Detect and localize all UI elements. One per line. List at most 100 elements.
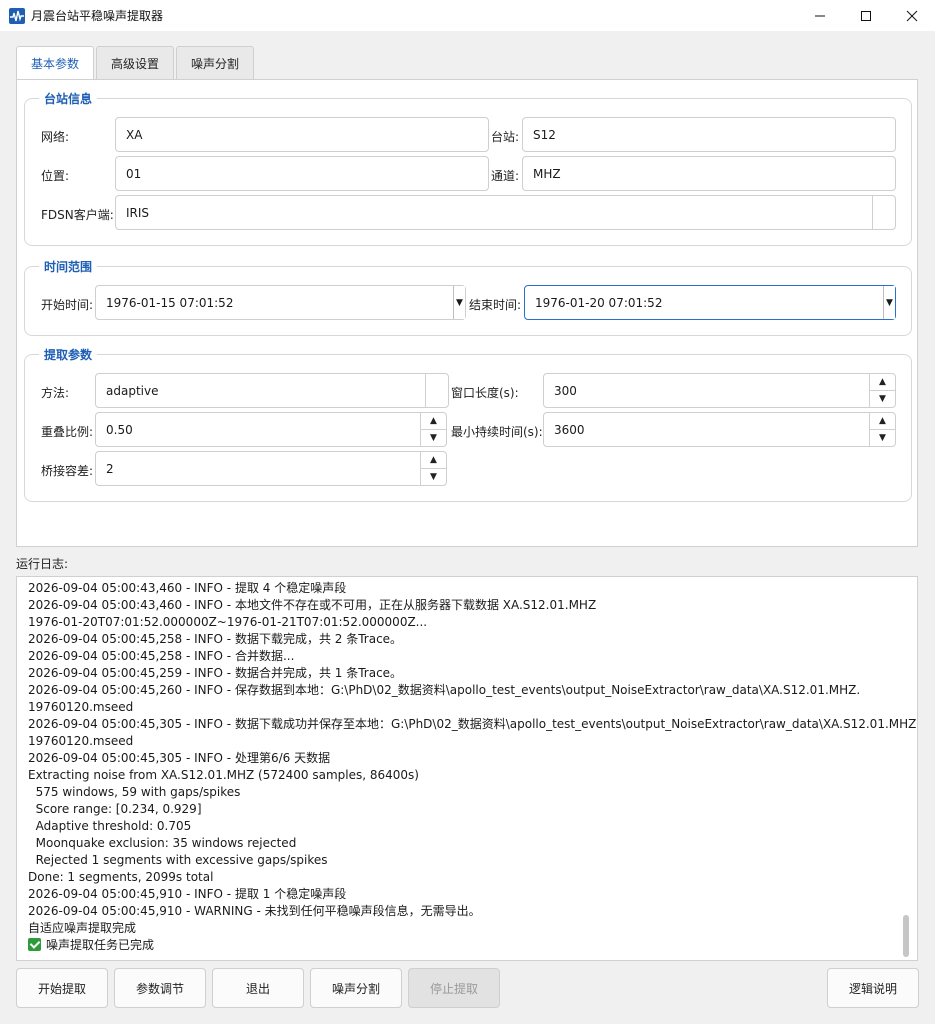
channel-input[interactable]: MHZ [522, 156, 896, 191]
log-line: Adaptive threshold: 0.705 [28, 819, 192, 833]
bridge-tolerance-increment[interactable]: ▲ [421, 452, 446, 468]
log-line: 2026-09-04 05:00:45,259 - INFO - 数据合并完成，… [28, 666, 403, 680]
channel-value: MHZ [533, 166, 561, 181]
maximize-icon [861, 10, 871, 21]
location-label: 位置: [41, 169, 70, 183]
overlap-spinbox[interactable]: 0.50 ▲ ▼ [95, 412, 447, 447]
fdsn-client-value: IRIS [126, 205, 150, 220]
time-range-group: 时间范围 开始时间: 1976-01-15 07:01:52 ▼ 结束时间: 1… [24, 258, 912, 336]
window-length-value: 300 [554, 383, 577, 398]
log-label: 运行日志: [16, 557, 69, 571]
min-duration-value: 3600 [554, 422, 585, 437]
min-duration-increment[interactable]: ▲ [870, 413, 895, 429]
method-label: 方法: [41, 386, 70, 400]
check-mark-icon [28, 938, 41, 951]
extract-params-title: 提取参数 [39, 346, 98, 363]
extract-params-group: 提取参数 方法: adaptive 窗口长度(s): 300 ▲ ▼ 重叠比例:… [24, 346, 912, 502]
log-line: Score range: [0.234, 0.929] [28, 802, 202, 816]
overlap-increment[interactable]: ▲ [421, 413, 446, 429]
start-time-dropdown-toggle[interactable]: ▼ [453, 286, 465, 319]
caret-down-icon: ▼ [430, 433, 437, 443]
station-input[interactable]: S12 [522, 117, 896, 152]
title-bar: 月震台站平稳噪声提取器 [0, 0, 935, 31]
log-scrollbar-thumb[interactable] [903, 915, 909, 957]
network-value: XA [126, 127, 143, 142]
start-time-label: 开始时间: [41, 298, 94, 312]
min-duration-decrement[interactable]: ▼ [870, 429, 895, 446]
station-value: S12 [533, 127, 556, 142]
bridge-tolerance-decrement[interactable]: ▼ [421, 468, 446, 485]
end-time-dropdown-toggle[interactable]: ▼ [883, 286, 895, 319]
station-info-group: 台站信息 网络: XA 台站: S12 位置: 01 通道: MHZ FDSN客… [24, 90, 912, 246]
window-length-spinbox[interactable]: 300 ▲ ▼ [543, 373, 896, 408]
log-line: 575 windows, 59 with gaps/spikes [28, 785, 241, 799]
log-line: Done: 1 segments, 2099s total [28, 870, 214, 884]
log-output[interactable]: 2026-09-04 05:00:43,460 - INFO - 提取 4 个稳… [16, 576, 918, 961]
start-extract-button[interactable]: 开始提取 [16, 968, 108, 1008]
caret-up-icon: ▲ [430, 455, 437, 465]
log-line: 2026-09-04 05:00:45,258 - INFO - 合并数据... [28, 649, 295, 663]
log-line: 1976-01-20T07:01:52.000000Z~1976-01-21T0… [28, 615, 428, 629]
caret-up-icon: ▲ [430, 416, 437, 426]
log-line: 2026-09-04 05:00:45,258 - INFO - 数据下载完成，… [28, 632, 403, 646]
log-line: Rejected 1 segments with excessive gaps/… [28, 853, 328, 867]
window-length-increment[interactable]: ▲ [870, 374, 895, 390]
log-line: 2026-09-04 05:00:45,910 - WARNING - 未找到任… [28, 904, 481, 918]
location-value: 01 [126, 166, 142, 181]
method-select[interactable]: adaptive [95, 373, 449, 408]
stop-extract-button[interactable]: 停止提取 [408, 968, 500, 1008]
location-input[interactable]: 01 [115, 156, 489, 191]
network-input[interactable]: XA [115, 117, 489, 152]
station-label: 台站: [491, 130, 520, 144]
overlap-decrement[interactable]: ▼ [421, 429, 446, 446]
start-time-select[interactable]: 1976-01-15 07:01:52 ▼ [95, 285, 466, 320]
fdsn-client-select[interactable]: IRIS [115, 195, 896, 230]
tab-noise-segmentation[interactable]: 噪声分割 [176, 46, 255, 79]
log-line: 自适应噪声提取完成 [28, 921, 137, 935]
tab-basic-params[interactable]: 基本参数 [16, 46, 95, 80]
waveform-app-icon [9, 7, 25, 24]
caret-down-icon: ▼ [456, 297, 463, 308]
noise-segment-button[interactable]: 噪声分割 [310, 968, 402, 1008]
fdsn-client-label: FDSN客户端: [41, 208, 114, 222]
caret-down-icon: ▼ [879, 433, 886, 443]
caret-down-icon: ▼ [879, 394, 886, 404]
log-complete-text: 噪声提取任务已完成 [46, 938, 155, 952]
close-button[interactable] [889, 0, 935, 31]
tab-advanced-settings[interactable]: 高级设置 [96, 46, 175, 79]
caret-up-icon: ▲ [879, 377, 886, 387]
logic-help-button[interactable]: 逻辑说明 [827, 968, 919, 1008]
exit-button[interactable]: 退出 [212, 968, 304, 1008]
channel-label: 通道: [491, 169, 520, 183]
maximize-button[interactable] [843, 0, 889, 31]
window-length-label: 窗口长度(s): [451, 386, 519, 400]
minimize-button[interactable] [797, 0, 843, 31]
close-icon [906, 10, 918, 21]
start-time-value: 1976-01-15 07:01:52 [106, 295, 234, 310]
min-duration-spinbox[interactable]: 3600 ▲ ▼ [543, 412, 896, 447]
min-duration-label: 最小持续时间(s): [451, 425, 543, 439]
log-line: 19760120.mseed [28, 734, 134, 748]
log-line: 2026-09-04 05:00:45,305 - INFO - 处理第6/6 … [28, 751, 331, 765]
window-title: 月震台站平稳噪声提取器 [31, 9, 164, 23]
log-line: 2026-09-04 05:00:45,260 - INFO - 保存数据到本地… [28, 683, 861, 697]
window-length-decrement[interactable]: ▼ [870, 390, 895, 407]
minimize-icon [815, 15, 825, 16]
param-tune-button[interactable]: 参数调节 [114, 968, 206, 1008]
log-line: Moonquake exclusion: 35 windows rejected [28, 836, 297, 850]
end-time-select[interactable]: 1976-01-20 07:01:52 ▼ [524, 285, 896, 320]
bridge-tolerance-value: 2 [106, 461, 114, 476]
caret-down-icon: ▼ [886, 297, 893, 308]
overlap-label: 重叠比例: [41, 425, 94, 439]
caret-down-icon: ▼ [430, 472, 437, 482]
log-line: 19760120.mseed [28, 700, 134, 714]
tab-bar: 基本参数 高级设置 噪声分割 [16, 46, 256, 80]
method-value: adaptive [106, 383, 159, 398]
log-line: 2026-09-04 05:00:43,460 - INFO - 本地文件不存在… [28, 598, 597, 612]
log-line: Extracting noise from XA.S12.01.MHZ (572… [28, 768, 419, 782]
method-dropdown-toggle[interactable] [425, 374, 448, 407]
bridge-tolerance-spinbox[interactable]: 2 ▲ ▼ [95, 451, 447, 486]
fdsn-client-dropdown-toggle[interactable] [872, 196, 895, 229]
log-line: 2026-09-04 05:00:45,910 - INFO - 提取 1 个稳… [28, 887, 347, 901]
station-info-title: 台站信息 [39, 90, 98, 107]
